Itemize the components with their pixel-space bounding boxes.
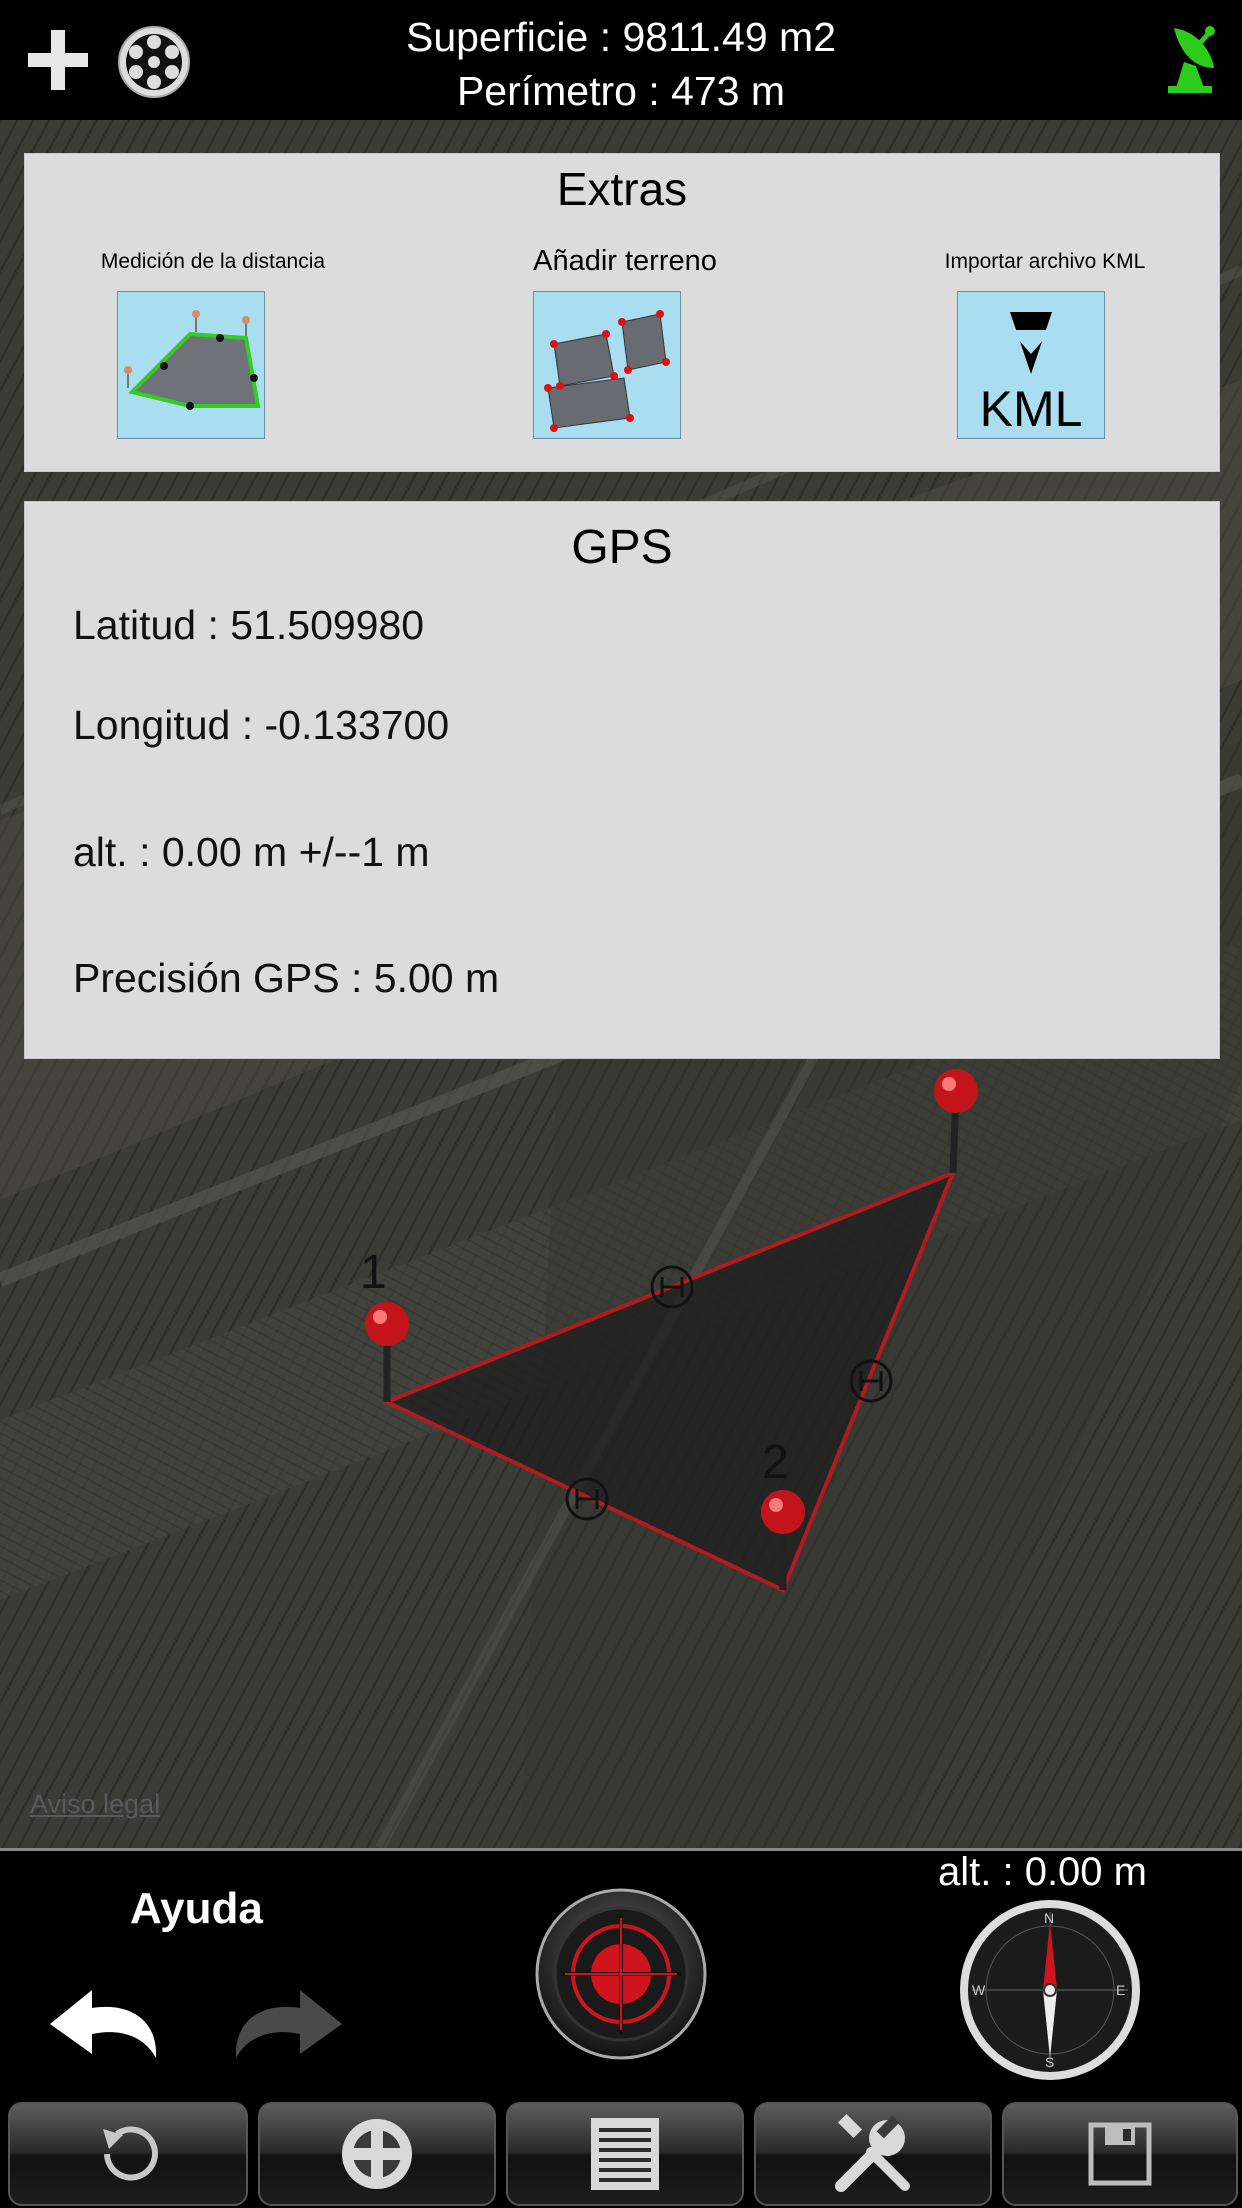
refresh-icon [103,2126,158,2181]
tools-icon [835,2113,910,2192]
satellite-dish-icon[interactable] [1160,22,1224,94]
help-button[interactable]: Ayuda [130,1884,263,1934]
distance-measure-label: Medición de la distancia [100,250,326,273]
locate-button[interactable] [258,2102,496,2206]
list-icon [591,2118,659,2190]
tools-button[interactable] [754,2102,992,2206]
save-button[interactable] [1002,2102,1238,2206]
compass-letter: W [972,1982,986,1998]
distance-measure-icon[interactable] [117,291,265,439]
gps-title: GPS [571,521,673,574]
redo-arrow-icon[interactable] [226,1980,346,2060]
add-land-icon[interactable] [533,291,681,439]
altitude-readout: alt. : 0.00 m [938,1850,1147,1894]
crosshair-target-icon[interactable] [535,1888,707,2060]
pin-label: 1 [360,1246,387,1299]
pin-label: 2 [762,1436,789,1489]
latitude-text: Latitud : 51.509980 [73,602,425,648]
compass-icon: N E S W [958,1898,1142,2082]
film-reel-icon[interactable] [116,24,192,100]
kml-icon-text: KML [979,381,1083,437]
altitude-text: alt. : 0.00 m +/--1 m [73,829,430,875]
undo-arrow-icon[interactable] [46,1980,166,2060]
compass-letter: N [1044,1910,1055,1926]
legal-notice-link[interactable]: Aviso legal [30,1789,160,1820]
extras-panel: Extras Medición de la distancia Añadir t… [24,153,1220,472]
precision-text: Precisión GPS : 5.00 m [73,955,500,1001]
add-land-label: Añadir terreno [533,245,717,277]
top-bar: Superficie : 9811.49 m2 Perímetro : 473 … [0,0,1242,120]
compass-letter: E [1116,1982,1126,1998]
longitude-text: Longitud : -0.133700 [73,702,450,748]
extras-title: Extras [556,163,688,215]
kml-import-label: Importar archivo KML [944,250,1146,273]
kml-import-icon[interactable]: KML [957,291,1105,439]
locate-crosshair-icon [342,2119,412,2189]
refresh-button[interactable] [8,2102,248,2206]
plus-icon[interactable] [28,30,88,90]
gps-panel: GPS Latitud : 51.509980 Longitud : -0.13… [24,501,1220,1059]
list-button[interactable] [506,2102,744,2206]
save-icon [1088,2122,1152,2186]
compass-letter: S [1045,2054,1055,2070]
